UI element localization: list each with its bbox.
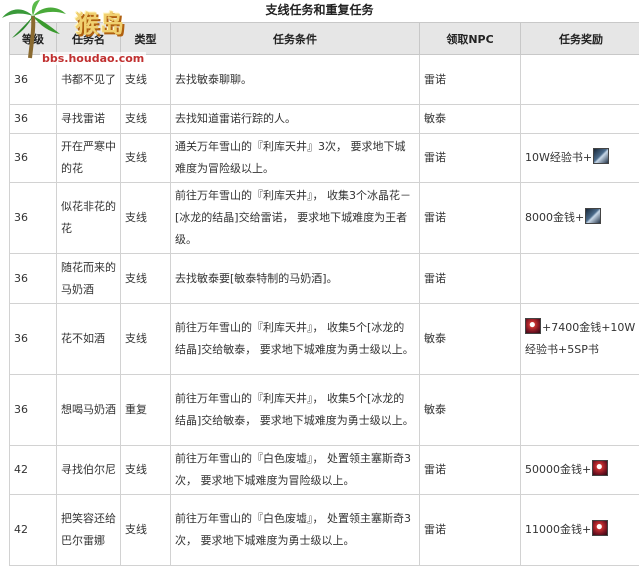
- reward-text: 8000金钱+: [525, 211, 585, 224]
- quest-type: 支线: [120, 182, 171, 254]
- site-logo: 猴岛 bbs.houdao.com: [0, 0, 155, 70]
- quest-reward: 50000金钱+: [520, 445, 639, 495]
- header-condition: 任务条件: [170, 22, 420, 55]
- quest-reward: [520, 253, 639, 304]
- table-row: 36 想喝马奶酒 重复 前往万年雪山的『利库天井』， 收集5个[冰龙的结晶]交给敏泰，…: [9, 374, 639, 446]
- quest-reward: 11000金钱+: [520, 494, 639, 566]
- table-row: 36 开在严寒中的花 支线 通关万年雪山的『利库天井』3次， 要求地下城难度为冒险级以…: [9, 133, 639, 183]
- quest-condition: 去找敏泰聊聊。: [170, 54, 420, 105]
- quest-level: 36: [9, 253, 57, 304]
- quest-reward: +7400金钱+10W经验书+5SP书: [520, 303, 639, 375]
- site-url: bbs.houdao.com: [40, 52, 147, 65]
- quest-npc: 雷诺: [419, 182, 521, 254]
- reward-text: 11000金钱+: [525, 523, 592, 536]
- quest-level: 36: [9, 104, 57, 134]
- quest-reward: 8000金钱+: [520, 182, 639, 254]
- reward-text: +7400金钱+10W经验书+5SP书: [525, 321, 636, 356]
- quest-type: 重复: [120, 374, 171, 446]
- quest-type: 支线: [120, 133, 171, 183]
- quest-type: 支线: [120, 494, 171, 566]
- quest-npc: 雷诺: [419, 133, 521, 183]
- quest-table-body: 36 书都不见了 支线 去找敏泰聊聊。 雷诺 36 寻找雷诺 支线 去找知道雷诺行踪的人。 敏泰 3…: [9, 54, 639, 566]
- quest-reward: 10W经验书+: [520, 133, 639, 183]
- table-row: 36 花不如酒 支线 前往万年雪山的『利库天井』， 收集5个[冰龙的结晶]交给敏泰， …: [9, 303, 639, 375]
- quest-condition: 前往万年雪山的『利库天井』， 收集3个冰晶花－[冰龙的结晶]交给雷诺， 要求地下…: [170, 182, 420, 254]
- quest-condition: 去找知道雷诺行踪的人。: [170, 104, 420, 134]
- table-row: 36 随花而来的马奶酒 支线 去找敏泰要[敏泰特制的马奶酒]。 雷诺: [9, 253, 639, 304]
- quest-condition: 前往万年雪山的『白色废墟』， 处置领主塞斯奇3次， 要求地下城难度为勇士级以上。: [170, 494, 420, 566]
- quest-condition: 前往万年雪山的『利库天井』， 收集5个[冰龙的结晶]交给敏泰， 要求地下城难度为…: [170, 303, 420, 375]
- quest-name: 似花非花的花: [56, 182, 121, 254]
- quest-condition: 前往万年雪山的『利库天井』， 收集5个[冰龙的结晶]交给敏泰， 要求地下城难度为…: [170, 374, 420, 446]
- quest-name: 开在严寒中的花: [56, 133, 121, 183]
- quest-npc: 雷诺: [419, 494, 521, 566]
- table-row: 36 寻找雷诺 支线 去找知道雷诺行踪的人。 敏泰: [9, 104, 639, 134]
- quest-npc: 雷诺: [419, 54, 521, 105]
- table-row: 42 寻找伯尔尼 支线 前往万年雪山的『白色废墟』， 处置领主塞斯奇3次， 要求地下城…: [9, 445, 639, 495]
- quest-npc: 敏泰: [419, 374, 521, 446]
- quest-level: 36: [9, 133, 57, 183]
- quest-level: 36: [9, 303, 57, 375]
- quest-npc: 雷诺: [419, 253, 521, 304]
- quest-name: 花不如酒: [56, 303, 121, 375]
- quest-type: 支线: [120, 303, 171, 375]
- reward-text: 10W经验书+: [525, 151, 593, 164]
- quest-name: 随花而来的马奶酒: [56, 253, 121, 304]
- quest-condition: 去找敏泰要[敏泰特制的马奶酒]。: [170, 253, 420, 304]
- item-box-icon: [525, 318, 541, 334]
- quest-level: 42: [9, 494, 57, 566]
- quest-condition: 前往万年雪山的『白色废墟』， 处置领主塞斯奇3次， 要求地下城难度为冒险级以上。: [170, 445, 420, 495]
- quest-level: 36: [9, 374, 57, 446]
- table-row: 42 把笑容还给巴尔雷娜 支线 前往万年雪山的『白色废墟』， 处置领主塞斯奇3次， 要…: [9, 494, 639, 566]
- quest-name: 把笑容还给巴尔雷娜: [56, 494, 121, 566]
- quest-name: 想喝马奶酒: [56, 374, 121, 446]
- quest-type: 支线: [120, 253, 171, 304]
- item-box-icon: [592, 460, 609, 476]
- exp-book-icon: [593, 148, 610, 164]
- palm-tree-icon: [2, 0, 66, 59]
- quest-level: 42: [9, 445, 57, 495]
- quest-npc: 敏泰: [419, 104, 521, 134]
- quest-condition: 通关万年雪山的『利库天井』3次， 要求地下城难度为冒险级以上。: [170, 133, 420, 183]
- quest-npc: 敏泰: [419, 303, 521, 375]
- quest-reward: [520, 374, 639, 446]
- quest-name: 寻找伯尔尼: [56, 445, 121, 495]
- table-row: 36 似花非花的花 支线 前往万年雪山的『利库天井』， 收集3个冰晶花－[冰龙的结晶]…: [9, 182, 639, 254]
- quest-level: 36: [9, 182, 57, 254]
- quest-table: 等级 任务名 类型 任务条件 领取NPC 任务奖励 36 书都不见了 支线 去找敏泰聊…: [9, 22, 639, 566]
- reward-text: 50000金钱+: [525, 463, 592, 476]
- quest-type: 支线: [120, 445, 171, 495]
- header-npc: 领取NPC: [419, 22, 521, 55]
- quest-reward: [520, 54, 639, 105]
- quest-reward: [520, 104, 639, 134]
- exp-book-icon: [585, 208, 602, 224]
- item-box-icon: [592, 520, 609, 536]
- quest-npc: 雷诺: [419, 445, 521, 495]
- quest-type: 支线: [120, 104, 171, 134]
- quest-name: 寻找雷诺: [56, 104, 121, 134]
- header-reward: 任务奖励: [520, 22, 639, 55]
